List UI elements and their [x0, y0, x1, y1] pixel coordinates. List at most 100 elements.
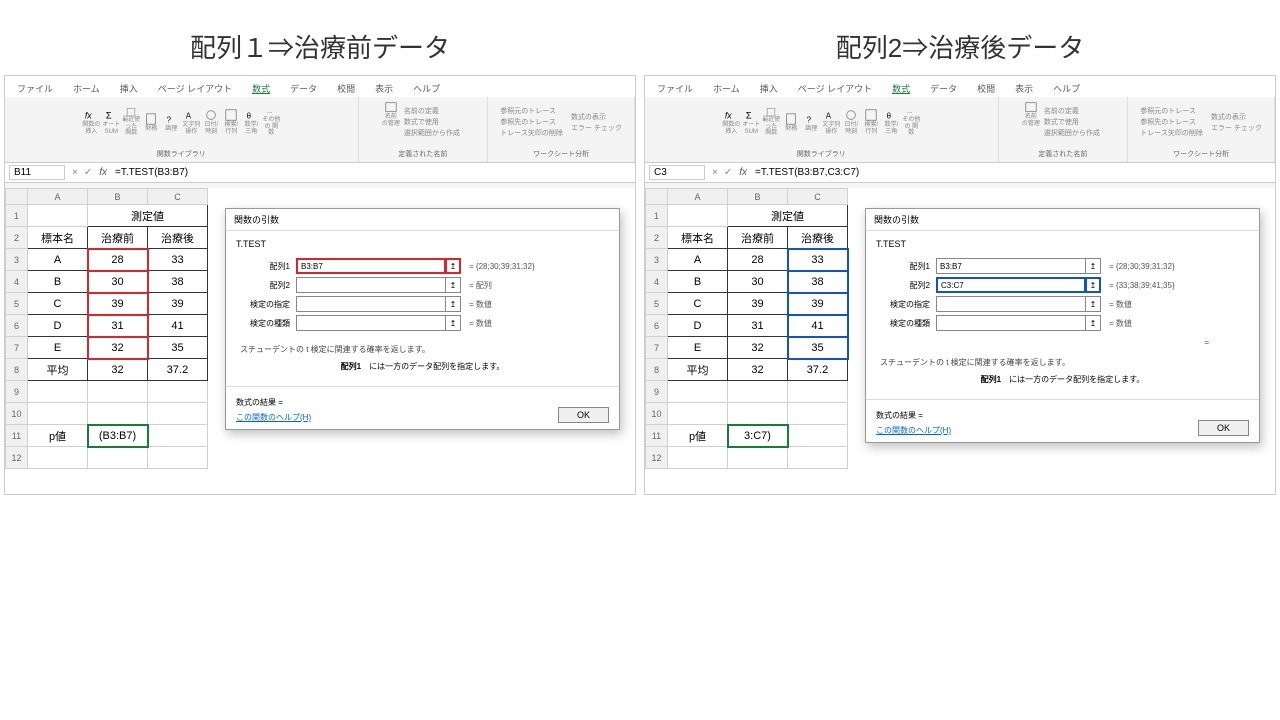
header-merged[interactable]: 測定値 [728, 205, 848, 227]
cell[interactable]: 31 [88, 315, 148, 337]
cell[interactable]: 35 [148, 337, 208, 359]
name-create[interactable]: 選択範囲から作成 [1044, 128, 1100, 138]
tab-layout[interactable]: ページ レイアウト [794, 80, 876, 97]
cell[interactable]: 28 [728, 249, 788, 271]
tab-review[interactable]: 校閲 [333, 80, 359, 97]
fx-label[interactable]: fx [735, 167, 751, 178]
name-use[interactable]: 数式で使用 [1044, 117, 1079, 127]
lookup-icon[interactable]: 検索/行列 [862, 107, 880, 137]
trace-remove[interactable]: トレース矢印の削除 [1140, 128, 1203, 138]
input-array2[interactable]: C3:C7 [936, 277, 1086, 293]
cell[interactable]: 平均 [668, 359, 728, 381]
input-type[interactable] [296, 315, 446, 331]
spreadsheet-grid[interactable]: ABC 1測定値 2標本名治療前治療後 3A2833 4B3038 5C3939… [5, 188, 208, 469]
name-mgr-icon[interactable]: 名前 の管理 [382, 99, 400, 129]
cell[interactable]: 38 [148, 271, 208, 293]
logic-icon[interactable]: ?論理 [162, 107, 180, 137]
cell[interactable]: B [28, 271, 88, 293]
cell[interactable]: B [668, 271, 728, 293]
trace-prec[interactable]: 参照元のトレース [1140, 106, 1196, 116]
hdr-post[interactable]: 治療後 [788, 227, 848, 249]
date-icon[interactable]: 日付/時刻 [842, 107, 860, 137]
recent-icon[interactable]: 最近使った 関数 [762, 107, 780, 137]
cell[interactable]: C [28, 293, 88, 315]
logic-icon[interactable]: ?論理 [802, 107, 820, 137]
help-link[interactable]: この関数のヘルプ(H) [236, 413, 311, 422]
cancel-icon[interactable]: × [69, 167, 81, 178]
hdr-sample[interactable]: 標本名 [668, 227, 728, 249]
range-picker-icon[interactable]: ↥ [445, 258, 461, 274]
tab-view[interactable]: 表示 [371, 80, 397, 97]
input-array1[interactable]: B3:B7 [936, 258, 1086, 274]
cell[interactable]: 33 [148, 249, 208, 271]
tab-formula[interactable]: 数式 [888, 80, 914, 97]
cell[interactable]: 39 [788, 293, 848, 315]
cell[interactable]: 32 [88, 359, 148, 381]
tab-review[interactable]: 校閲 [973, 80, 999, 97]
show-formulas[interactable]: 数式の表示 [1211, 112, 1246, 122]
trace-remove[interactable]: トレース矢印の削除 [500, 128, 563, 138]
cell[interactable]: E [28, 337, 88, 359]
tab-help[interactable]: ヘルプ [1049, 80, 1084, 97]
cell[interactable]: 38 [788, 271, 848, 293]
editing-cell[interactable]: 3:C7) [728, 425, 788, 447]
range-picker-icon[interactable]: ↥ [1085, 315, 1101, 331]
cancel-icon[interactable]: × [709, 167, 721, 178]
cell[interactable]: E [668, 337, 728, 359]
formula-input[interactable]: =T.TEST(B3:B7) [111, 167, 635, 178]
date-icon[interactable]: 日付/時刻 [202, 107, 220, 137]
tab-file[interactable]: ファイル [653, 80, 697, 97]
name-use[interactable]: 数式で使用 [404, 117, 439, 127]
other-icon[interactable]: ⋯その他の 関数 [262, 107, 280, 137]
tab-data[interactable]: データ [286, 80, 321, 97]
tab-insert[interactable]: 挿入 [756, 80, 782, 97]
input-array2[interactable] [296, 277, 446, 293]
cell[interactable]: 37.2 [788, 359, 848, 381]
cell[interactable]: 41 [788, 315, 848, 337]
editing-cell[interactable]: (B3:B7) [88, 425, 148, 447]
hdr-post[interactable]: 治療後 [148, 227, 208, 249]
header-merged[interactable]: 測定値 [88, 205, 208, 227]
recent-icon[interactable]: 最近使った 関数 [122, 107, 140, 137]
pval-label[interactable]: p値 [668, 425, 728, 447]
math-icon[interactable]: θ数学/三角 [882, 107, 900, 137]
range-picker-icon[interactable]: ↥ [445, 296, 461, 312]
cell[interactable]: 30 [88, 271, 148, 293]
cell[interactable]: 33 [788, 249, 848, 271]
cell[interactable]: 39 [88, 293, 148, 315]
input-tails[interactable] [296, 296, 446, 312]
name-mgr-icon[interactable]: 名前 の管理 [1022, 99, 1040, 129]
cell[interactable]: 28 [88, 249, 148, 271]
cell[interactable]: 37.2 [148, 359, 208, 381]
tab-file[interactable]: ファイル [13, 80, 57, 97]
range-picker-icon[interactable]: ↥ [1085, 258, 1101, 274]
tab-home[interactable]: ホーム [69, 80, 104, 97]
sum-icon[interactable]: Σオート SUM [742, 107, 760, 137]
trace-dep[interactable]: 参照先のトレース [500, 117, 556, 127]
other-icon[interactable]: ⋯その他の 関数 [902, 107, 920, 137]
input-tails[interactable] [936, 296, 1086, 312]
error-check[interactable]: エラー チェック [571, 123, 622, 133]
tab-insert[interactable]: 挿入 [116, 80, 142, 97]
input-type[interactable] [936, 315, 1086, 331]
show-formulas[interactable]: 数式の表示 [571, 112, 606, 122]
ok-button[interactable]: OK [1198, 420, 1249, 436]
range-picker-icon[interactable]: ↥ [1085, 296, 1101, 312]
fx-icon[interactable]: fx関数の 挿入 [82, 107, 100, 137]
name-define[interactable]: 名前の定義 [404, 106, 439, 116]
text-icon[interactable]: A文字列 操作 [822, 107, 840, 137]
tab-formula[interactable]: 数式 [248, 80, 274, 97]
cell[interactable]: 41 [148, 315, 208, 337]
hdr-sample[interactable]: 標本名 [28, 227, 88, 249]
cell[interactable]: 32 [88, 337, 148, 359]
cell[interactable]: D [668, 315, 728, 337]
range-picker-icon[interactable]: ↥ [445, 277, 461, 293]
tab-view[interactable]: 表示 [1011, 80, 1037, 97]
hdr-pre[interactable]: 治療前 [728, 227, 788, 249]
lookup-icon[interactable]: 検索/行列 [222, 107, 240, 137]
formula-input[interactable]: =T.TEST(B3:B7,C3:C7) [751, 167, 1275, 178]
range-picker-icon[interactable]: ↥ [1085, 277, 1101, 293]
cell[interactable]: A [668, 249, 728, 271]
cell[interactable]: A [28, 249, 88, 271]
fx-label[interactable]: fx [95, 167, 111, 178]
